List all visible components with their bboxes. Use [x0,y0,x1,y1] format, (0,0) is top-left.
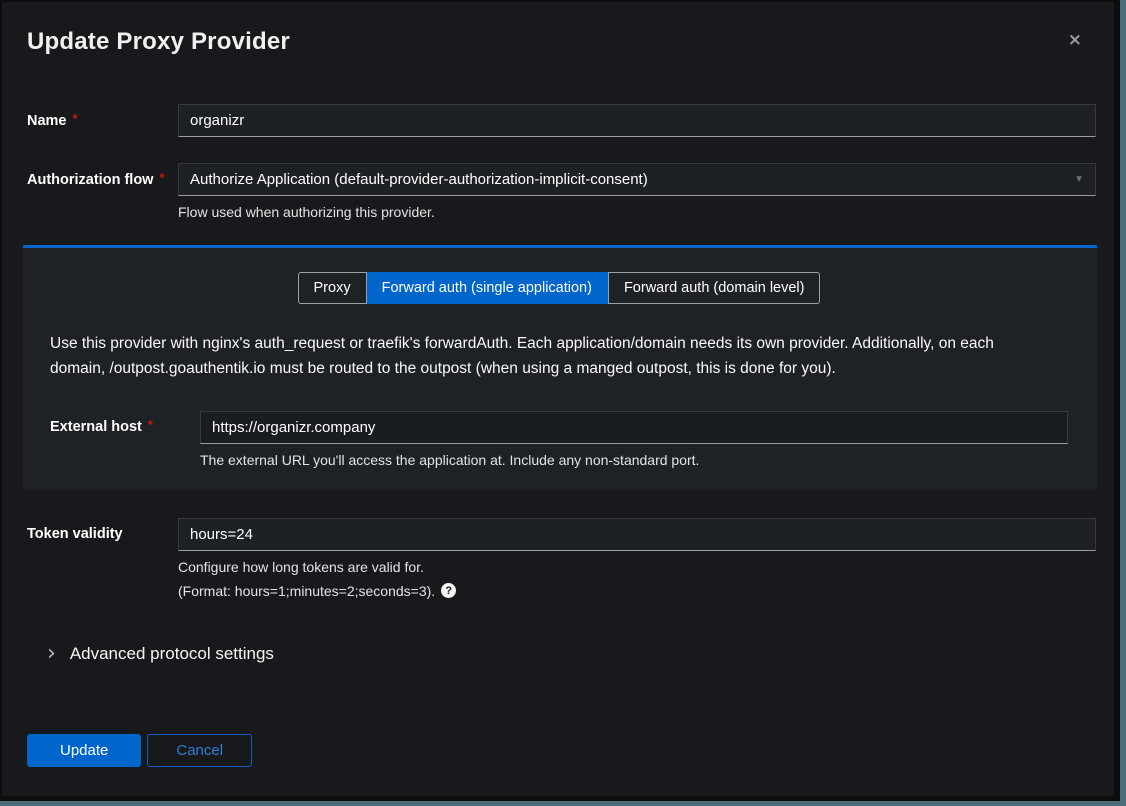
chevron-right-icon[interactable]: › [47,643,56,665]
modal-title: Update Proxy Provider [27,28,1088,56]
tab-forward-auth-domain[interactable]: Forward auth (domain level) [608,272,821,304]
required-asterisk: * [73,111,78,126]
window-frame-right-edge [1120,0,1126,806]
update-proxy-provider-modal: Update Proxy Provider × Name * Authorizat… [2,2,1114,796]
modal-header: Update Proxy Provider × [2,2,1114,56]
proxy-mode-card: Proxy Forward auth (single application) … [23,245,1097,490]
required-asterisk: * [148,417,153,432]
close-icon[interactable]: × [1064,30,1086,51]
external-host-input[interactable] [200,411,1068,444]
name-label: Name * [27,113,178,129]
update-button[interactable]: Update [27,734,141,767]
cancel-button[interactable]: Cancel [147,734,252,767]
caret-down-icon: ▼ [1074,174,1084,185]
token-validity-format-text: (Format: hours=1;minutes=2;seconds=3). [178,583,435,599]
token-validity-row: Token validity [2,518,1114,551]
advanced-protocol-settings-toggle[interactable]: › Advanced protocol settings [47,643,1096,665]
authorization-flow-select[interactable]: Authorize Application (default-provider-… [178,163,1096,196]
token-validity-help-1: Configure how long tokens are valid for. [2,559,1114,575]
modal-footer: Update Cancel [27,734,1096,767]
authorization-flow-label: Authorization flow * [27,172,178,188]
required-asterisk: * [159,170,164,185]
external-host-label: External host * [50,419,200,435]
authorization-flow-label-text: Authorization flow [27,172,153,188]
advanced-protocol-settings-label: Advanced protocol settings [70,644,274,664]
tab-forward-auth-single[interactable]: Forward auth (single application) [367,272,608,304]
mode-description: Use this provider with nginx's auth_requ… [50,332,1040,382]
name-row: Name * [2,104,1114,137]
authorization-flow-help: Flow used when authorizing this provider… [2,204,1114,220]
token-validity-label: Token validity [27,526,178,542]
authorization-flow-row: Authorization flow * Authorize Applicatio… [2,163,1114,196]
external-host-label-text: External host [50,419,142,435]
tab-proxy[interactable]: Proxy [298,272,367,304]
authorization-flow-selected-value: Authorize Application (default-provider-… [190,171,648,188]
name-label-text: Name [27,113,67,129]
external-host-help: The external URL you'll access the appli… [50,452,1068,468]
name-input[interactable] [178,104,1096,137]
question-circle-icon[interactable]: ? [441,583,456,598]
proxy-mode-toggle-group: Proxy Forward auth (single application) … [50,272,1068,304]
token-validity-help-2: (Format: hours=1;minutes=2;seconds=3). ? [2,583,1114,599]
external-host-row: External host * [50,411,1068,444]
token-validity-input[interactable] [178,518,1096,551]
window-frame-bottom-edge [0,801,1126,806]
